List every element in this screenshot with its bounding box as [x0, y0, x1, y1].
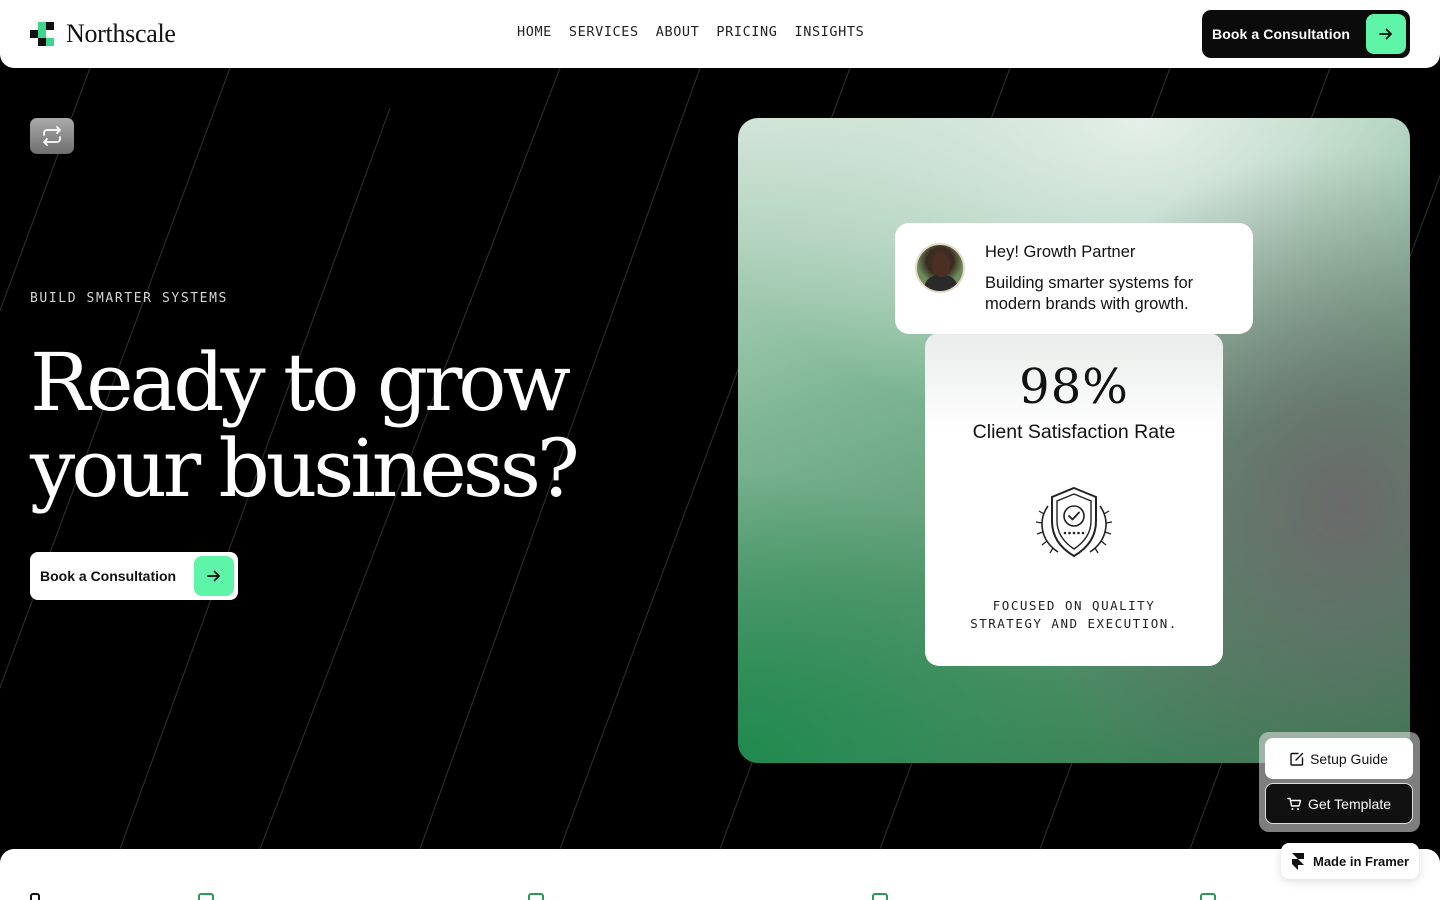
made-in-framer-badge[interactable]: Made in Framer	[1281, 843, 1419, 879]
nav-link-about[interactable]: ABOUT	[656, 24, 700, 40]
feature-icon	[30, 893, 40, 900]
stat-label: Client Satisfaction Rate	[972, 421, 1176, 443]
setup-guide-button[interactable]: Setup Guide	[1265, 738, 1413, 779]
brand-logo[interactable]: Northscale	[30, 19, 176, 49]
shield-badge-icon	[1035, 486, 1113, 558]
framer-icon	[1292, 853, 1304, 870]
feature-item	[30, 893, 40, 900]
hero-headline: Ready to grow your business?	[30, 340, 670, 512]
made-in-framer-label: Made in Framer	[1313, 853, 1410, 869]
feature-item	[198, 893, 214, 900]
chat-message: Building smarter systems for modern bran…	[985, 274, 1194, 313]
stat-value: 98%	[1019, 359, 1129, 415]
feature-icon	[198, 893, 214, 900]
chat-bubble: Hey! Growth Partner Building smarter sys…	[895, 223, 1253, 334]
feature-item	[872, 893, 888, 900]
avatar	[915, 243, 965, 293]
stat-caption-line-2: STRATEGY AND EXECUTION.	[970, 616, 1178, 631]
features-strip	[0, 849, 1440, 900]
cart-icon	[1287, 797, 1302, 810]
arrow-right-icon	[1366, 14, 1406, 54]
feature-item	[1200, 893, 1216, 900]
nav-link-pricing[interactable]: PRICING	[716, 24, 777, 40]
feature-icon	[1200, 893, 1216, 900]
loop-icon	[43, 126, 61, 146]
setup-guide-label: Setup Guide	[1310, 750, 1388, 767]
nav-links: HOME SERVICES ABOUT PRICING INSIGHTS	[517, 24, 864, 40]
nav-link-insights[interactable]: INSIGHTS	[794, 24, 864, 40]
template-panel: Setup Guide Get Template	[1259, 732, 1420, 832]
loop-toggle-button[interactable]	[30, 118, 74, 154]
logo-mark-icon	[30, 21, 60, 47]
hero-headline-line-1: Ready to grow	[30, 336, 571, 429]
chat-title: Hey! Growth Partner	[985, 243, 1136, 261]
stat-card: 98% Client Satisfaction Rate FOCUSED ON …	[925, 333, 1223, 666]
nav-book-consultation-button[interactable]: Book a Consultation	[1202, 10, 1410, 58]
feature-icon	[872, 893, 888, 900]
arrow-right-icon	[194, 556, 234, 596]
brand-name: Northscale	[66, 19, 176, 48]
feature-item	[528, 893, 544, 900]
feature-icon	[528, 893, 544, 900]
top-navigation: Northscale HOME SERVICES ABOUT PRICING I…	[0, 0, 1440, 68]
nav-link-home[interactable]: HOME	[517, 24, 552, 40]
hero-headline-line-2: your business?	[30, 422, 580, 515]
nav-link-services[interactable]: SERVICES	[569, 24, 639, 40]
get-template-label: Get Template	[1307, 795, 1391, 812]
get-template-button[interactable]: Get Template	[1265, 783, 1413, 824]
edit-icon	[1290, 752, 1304, 766]
stat-caption: FOCUSED ON QUALITY STRATEGY AND EXECUTIO…	[925, 597, 1223, 633]
stat-caption-line-1: FOCUSED ON QUALITY	[992, 598, 1156, 613]
hero-eyebrow: BUILD SMARTER SYSTEMS	[30, 291, 228, 306]
nav-cta-label: Book a Consultation	[1212, 26, 1351, 42]
hero-cta-label: Book a Consultation	[40, 568, 177, 584]
hero-book-consultation-button[interactable]: Book a Consultation	[30, 552, 238, 600]
